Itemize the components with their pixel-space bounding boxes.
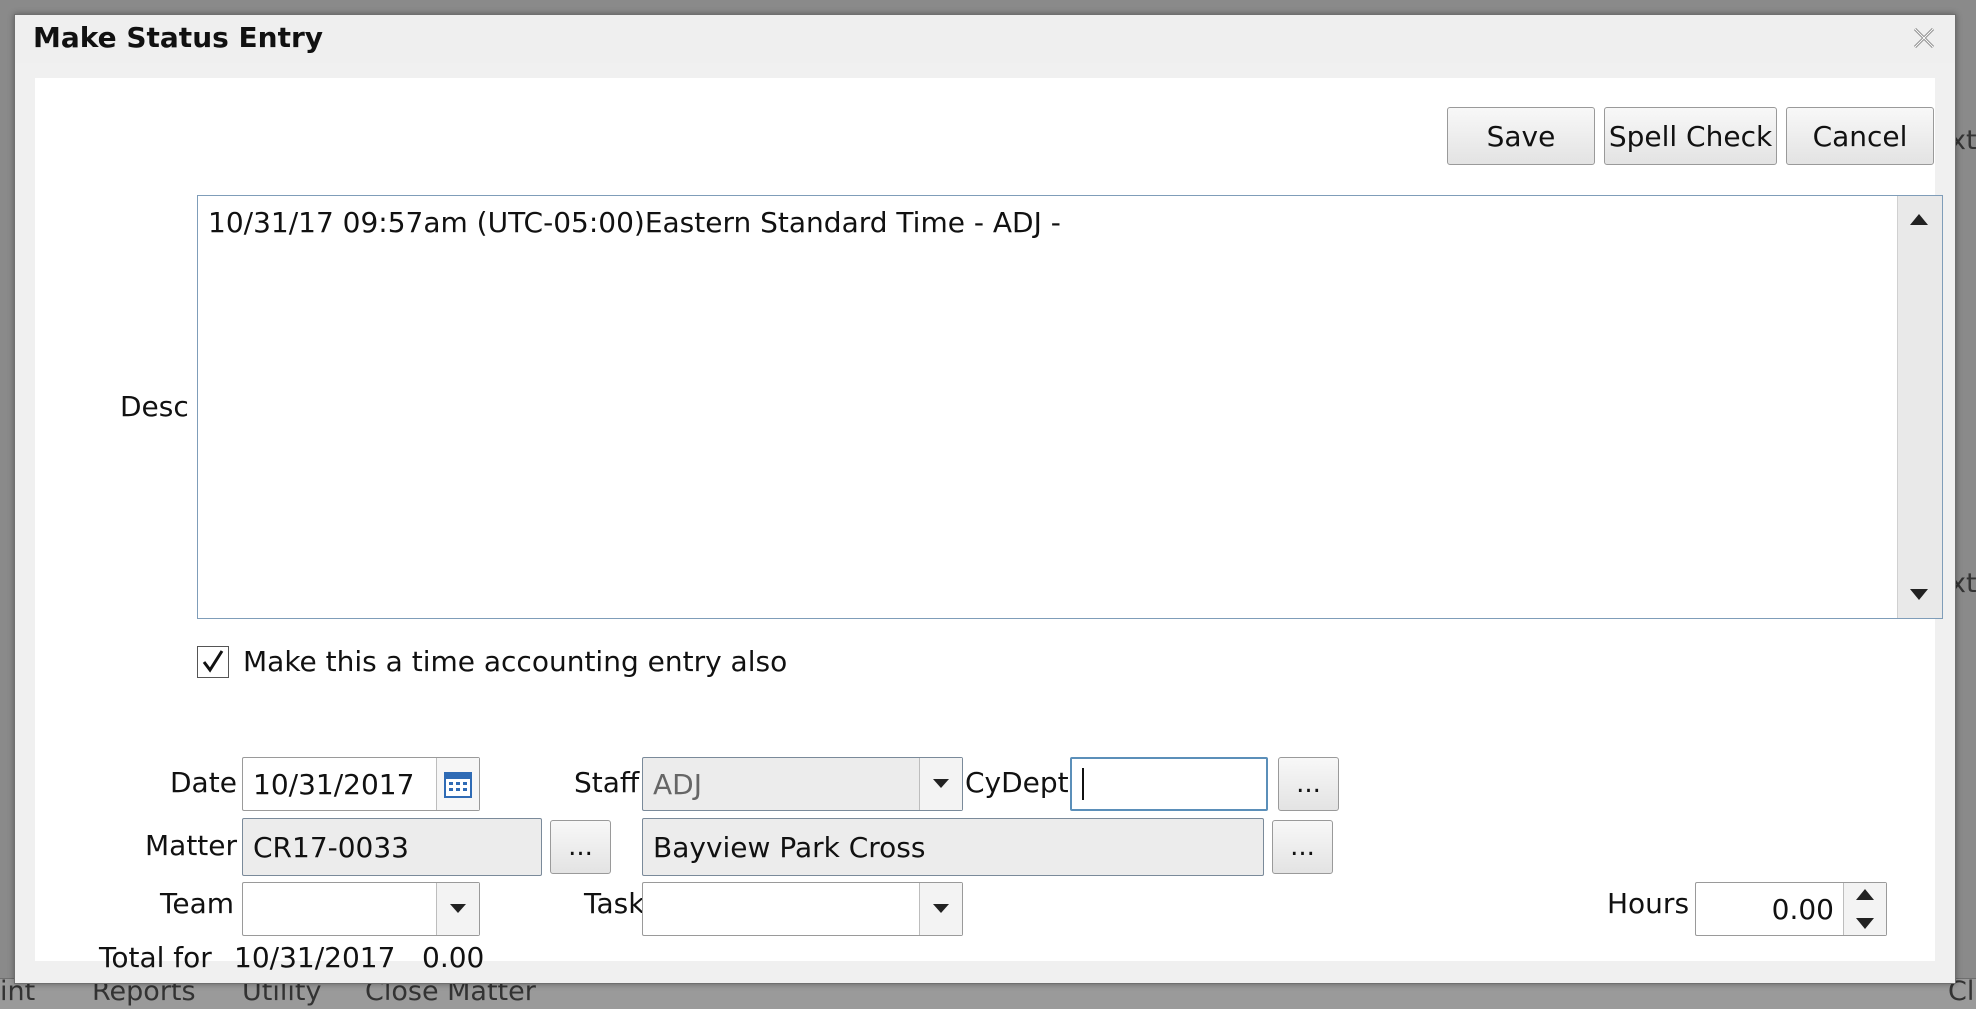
date-label: Date [170, 766, 237, 799]
hours-label: Hours [1607, 887, 1690, 920]
dialog-content: Save Spell Check Cancel Desc 10/31/17 09… [35, 78, 1943, 974]
total-label: Total for [99, 941, 212, 974]
task-label: Task [584, 887, 645, 920]
desc-label: Desc [120, 390, 189, 423]
spell-check-button[interactable]: Spell Check [1604, 107, 1777, 165]
date-input[interactable]: 10/31/2017 [242, 757, 480, 811]
scroll-down-icon[interactable] [1910, 589, 1928, 600]
hours-spinner[interactable] [1843, 883, 1886, 935]
spin-down-icon[interactable] [1856, 918, 1874, 929]
staff-dropdown-icon[interactable] [919, 758, 962, 810]
total-date: 10/31/2017 [234, 941, 396, 974]
matter-name-browse-button[interactable]: ... [1272, 820, 1333, 874]
hours-input[interactable]: 0.00 [1695, 882, 1887, 936]
calendar-icon[interactable] [436, 758, 479, 810]
close-icon[interactable] [1911, 25, 1937, 51]
time-accounting-checkbox[interactable] [197, 646, 229, 678]
staff-select[interactable]: ADJ [642, 757, 963, 811]
matter-input[interactable]: CR17-0033 [242, 818, 542, 876]
cydept-browse-button[interactable]: ... [1278, 757, 1339, 811]
desc-text: 10/31/17 09:57am (UTC-05:00)Eastern Stan… [208, 206, 1061, 239]
text-cursor [1082, 768, 1084, 800]
time-accounting-label: Make this a time accounting entry also [243, 645, 788, 678]
matter-name-value: Bayview Park Cross [653, 830, 926, 864]
dialog-titlebar: Make Status Entry [15, 15, 1955, 63]
checkmark-icon [202, 650, 224, 673]
team-dropdown-icon[interactable] [436, 883, 479, 935]
cydept-input[interactable] [1070, 757, 1268, 811]
spin-up-icon[interactable] [1856, 889, 1874, 900]
dialog-title: Make Status Entry [33, 21, 324, 54]
cancel-button[interactable]: Cancel [1786, 107, 1934, 165]
date-value: 10/31/2017 [253, 767, 415, 801]
matter-name-field: Bayview Park Cross [642, 818, 1264, 876]
hours-value: 0.00 [1771, 892, 1834, 926]
task-select[interactable] [642, 882, 963, 936]
task-dropdown-icon[interactable] [919, 883, 962, 935]
matter-browse-button[interactable]: ... [550, 820, 611, 874]
matter-label: Matter [145, 829, 238, 862]
scroll-up-icon[interactable] [1910, 214, 1928, 225]
desc-textarea[interactable]: 10/31/17 09:57am (UTC-05:00)Eastern Stan… [197, 195, 1943, 619]
save-button[interactable]: Save [1447, 107, 1595, 165]
matter-value: CR17-0033 [253, 830, 409, 864]
staff-value: ADJ [653, 767, 702, 801]
team-select[interactable] [242, 882, 480, 936]
desc-scrollbar[interactable] [1897, 196, 1942, 618]
make-status-entry-dialog: Make Status Entry Save Spell Check Cance… [14, 14, 1956, 984]
cydept-label: CyDept [965, 766, 1069, 799]
team-label: Team [160, 887, 235, 920]
staff-label: Staff [574, 766, 640, 799]
total-value: 0.00 [422, 941, 485, 974]
